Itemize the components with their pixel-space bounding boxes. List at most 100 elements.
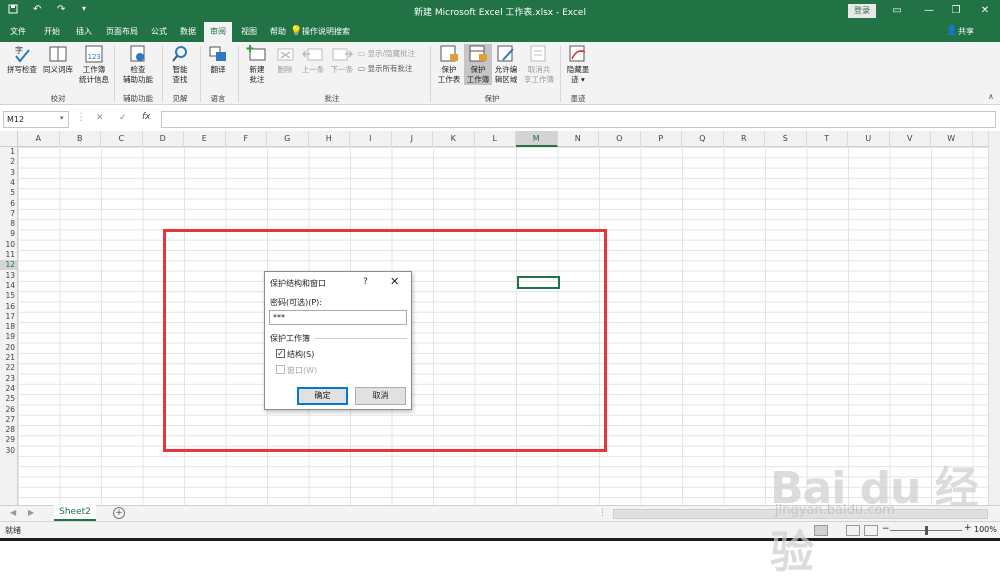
row-header[interactable]: 28 [0,425,18,435]
row-header[interactable]: 20 [0,343,18,353]
column-header[interactable]: S [765,131,807,147]
row-header[interactable]: 12 [0,260,18,271]
row-header[interactable]: 14 [0,281,18,291]
password-field[interactable]: *** [269,310,407,325]
help-icon[interactable]: ? [363,277,368,287]
previous-comment-button[interactable]: 上一条 [298,44,328,75]
column-header[interactable]: E [184,131,226,147]
close-window-button[interactable]: ✕ [972,3,998,19]
row-header[interactable]: 8 [0,219,18,229]
row-header[interactable]: 9 [0,229,18,239]
column-header[interactable]: F [226,131,267,147]
protect-sheet-button[interactable]: 保护 工作表 [434,44,464,85]
share-button[interactable]: 共享 [958,22,974,42]
tab-view[interactable]: 视图 [235,22,263,42]
row-header[interactable]: 22 [0,363,18,373]
tab-page-layout[interactable]: 页面布局 [102,22,142,42]
row-header[interactable]: 13 [0,271,18,281]
tab-data[interactable]: 数据 [174,22,202,42]
add-sheet-icon[interactable]: + [113,507,125,519]
column-header[interactable]: A [18,131,60,147]
unshare-workbook-button[interactable]: 取消共 享工作簿 [522,44,556,85]
tab-insert[interactable]: 插入 [70,22,98,42]
column-header[interactable]: I [350,131,392,147]
close-icon[interactable]: ✕ [390,275,399,288]
ok-button[interactable]: 确定 [297,387,348,405]
row-header[interactable]: 2 [0,157,18,167]
protect-workbook-button[interactable]: 保护 工作簿 [464,44,492,85]
row-header[interactable]: 30 [0,446,18,456]
row-header[interactable]: 10 [0,240,18,250]
column-header[interactable]: T [807,131,848,147]
row-header[interactable]: 25 [0,394,18,404]
vertical-scrollbar[interactable] [988,131,1000,505]
select-all-corner[interactable] [0,131,18,147]
column-header[interactable]: L [475,131,516,147]
insert-function-icon[interactable]: fx [142,112,151,122]
show-all-comments-button[interactable]: ▭ 显示所有批注 [358,63,412,74]
row-header[interactable]: 23 [0,374,18,384]
tab-help[interactable]: 帮助 [264,22,292,42]
confirm-entry-icon[interactable]: ✓ [119,113,127,123]
row-header[interactable]: 7 [0,209,18,219]
column-header[interactable]: U [848,131,890,147]
next-comment-button[interactable]: 下一条 [327,44,357,75]
column-header[interactable]: Q [682,131,724,147]
minimize-button[interactable]: — [916,3,942,19]
smart-lookup-button[interactable]: 智能 查找 [166,44,194,85]
thesaurus-button[interactable]: 同义词库 [40,44,76,75]
column-header[interactable]: P [641,131,682,147]
new-comment-button[interactable]: 新建 批注 [242,44,272,85]
row-header[interactable]: 15 [0,291,18,301]
column-header[interactable]: J [392,131,433,147]
ribbon-display-options-icon[interactable]: ▭ [884,3,910,19]
cancel-button[interactable]: 取消 [355,387,406,405]
row-header[interactable]: 17 [0,312,18,322]
show-hide-comment-button[interactable]: ▭ 显示/隐藏批注 [358,48,415,59]
scroll-left-icon[interactable]: ◀ [10,508,16,517]
spelling-button[interactable]: 字 拼写检查 [4,44,40,75]
row-header[interactable]: 29 [0,435,18,445]
tell-me-search[interactable]: 操作说明搜索 [302,22,350,42]
check-accessibility-button[interactable]: 检查 辅助功能 [118,44,158,85]
cancel-entry-icon[interactable]: ✕ [96,113,104,123]
tab-home[interactable]: 开始 [38,22,66,42]
formula-input[interactable] [161,111,996,128]
column-header[interactable]: M [516,131,558,147]
tab-formulas[interactable]: 公式 [145,22,173,42]
windows-checkbox[interactable] [276,365,285,374]
name-box-dropdown-icon[interactable]: ▾ [60,114,64,122]
sheet-tab[interactable]: Sheet2 [54,505,96,521]
row-header[interactable]: 19 [0,332,18,342]
tab-file[interactable]: 文件 [4,22,32,42]
delete-comment-button[interactable]: 删除 [272,44,298,75]
column-header[interactable]: R [724,131,765,147]
allow-edit-ranges-button[interactable]: 允许编 辑区域 [492,44,520,85]
column-header[interactable]: V [890,131,931,147]
collapse-ribbon-icon[interactable]: ∧ [988,92,994,101]
column-header[interactable]: N [558,131,599,147]
row-header[interactable]: 3 [0,168,18,178]
column-header[interactable]: C [101,131,143,147]
row-header[interactable]: 18 [0,322,18,332]
column-header[interactable]: W [931,131,973,147]
row-header[interactable]: 6 [0,199,18,209]
column-header[interactable]: G [267,131,309,147]
column-header[interactable]: B [60,131,101,147]
column-header[interactable]: H [309,131,350,147]
row-header[interactable]: 1 [0,147,18,157]
structure-checkbox[interactable]: ✓ [276,349,285,358]
row-header[interactable]: 24 [0,384,18,394]
row-header[interactable]: 16 [0,302,18,312]
column-header[interactable]: O [599,131,641,147]
tab-review[interactable]: 审阅 [204,22,232,42]
row-header[interactable]: 4 [0,178,18,188]
scroll-right-icon[interactable]: ▶ [28,508,34,517]
row-header[interactable]: 27 [0,415,18,425]
restore-button[interactable]: ❐ [943,3,969,19]
row-header[interactable]: 21 [0,353,18,363]
column-header[interactable]: K [433,131,475,147]
hide-ink-button[interactable]: 隐藏墨 迹 ▾ [564,44,592,85]
row-header[interactable]: 5 [0,188,18,198]
workbook-statistics-button[interactable]: 123 工作簿 统计信息 [78,44,110,85]
